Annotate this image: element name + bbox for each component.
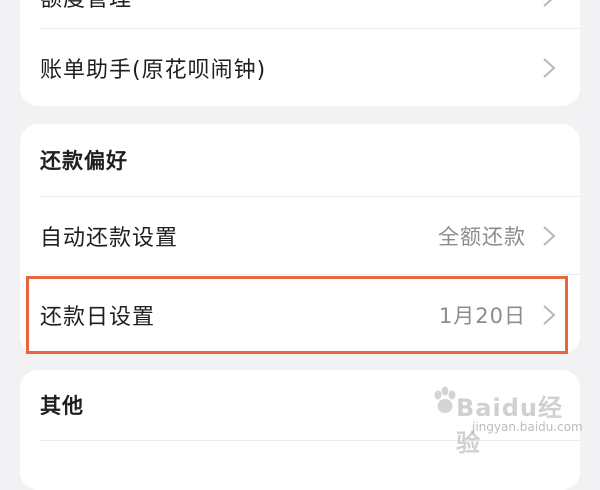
auto-repay-label: 自动还款设置 xyxy=(40,225,179,251)
auto-repay-value: 全额还款 xyxy=(438,224,526,249)
credit-limit-row[interactable]: 额度管理 xyxy=(20,0,580,22)
repay-day-row[interactable]: 还款日设置 1月20日 xyxy=(20,275,580,354)
repay-day-value: 1月20日 xyxy=(438,303,526,328)
baidu-watermark: Baidu经验 jingyan.baidu.com xyxy=(432,382,583,457)
watermark-url: jingyan.baidu.com xyxy=(472,420,583,434)
chevron-right-icon xyxy=(543,0,553,7)
section-title: 其他 xyxy=(40,394,84,418)
chevron-right-icon xyxy=(543,57,556,78)
chevron-right-icon xyxy=(543,225,556,246)
chevron-right-icon xyxy=(543,304,556,325)
auto-repay-row[interactable]: 自动还款设置 全额还款 xyxy=(20,197,580,274)
credit-settings-card: 额度管理 账单助手(原花呗闹钟) xyxy=(20,0,580,106)
credit-limit-label: 额度管理 xyxy=(40,0,540,13)
bill-assistant-row[interactable]: 账单助手(原花呗闹钟) xyxy=(20,29,580,106)
bill-assistant-label: 账单助手(原花呗闹钟) xyxy=(40,57,267,83)
section-title: 还款偏好 xyxy=(40,149,128,173)
repay-day-label: 还款日设置 xyxy=(40,304,156,330)
repayment-preference-card: 还款偏好 自动还款设置 全额还款 还款日设置 1月20日 xyxy=(20,124,580,354)
section-header: 还款偏好 xyxy=(20,124,580,196)
baidu-paw-icon xyxy=(434,386,456,413)
